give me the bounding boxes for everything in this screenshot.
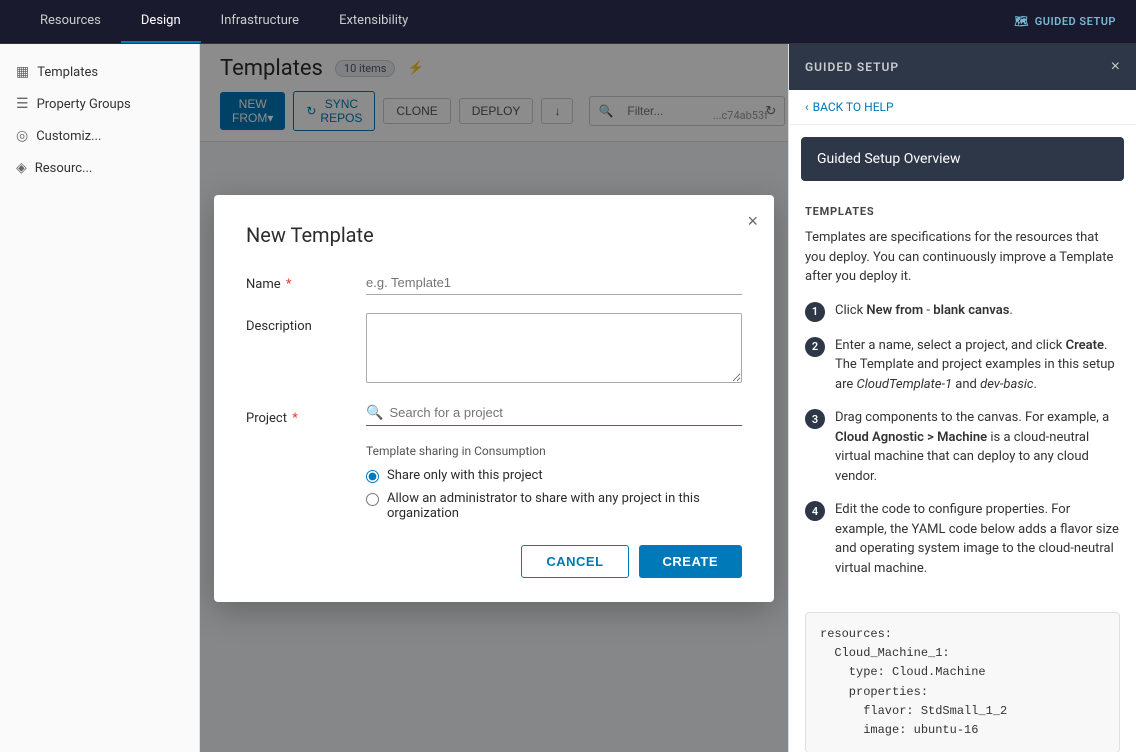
tab-extensibility[interactable]: Extensibility [319, 0, 428, 43]
cancel-button[interactable]: CANCEL [521, 545, 628, 578]
modal-close-button[interactable]: × [747, 211, 758, 232]
project-search-input[interactable] [389, 405, 742, 420]
tab-resources[interactable]: Resources [20, 0, 121, 43]
name-field [366, 271, 742, 295]
step-text-2: Enter a name, select a project, and clic… [835, 336, 1120, 395]
yaml-code-block: resources: Cloud_Machine_1: type: Cloud.… [805, 612, 1120, 752]
step-4: 4 Edit the code to configure properties.… [805, 500, 1120, 578]
sharing-radio-2[interactable] [366, 493, 379, 506]
templates-section-label: TEMPLATES [805, 205, 1120, 218]
sharing-radio-1[interactable] [366, 470, 379, 483]
tab-design[interactable]: Design [121, 0, 201, 43]
create-button[interactable]: CREATE [639, 545, 742, 578]
property-groups-icon: ☰ [16, 96, 29, 112]
description-label: Description [246, 313, 366, 334]
sharing-section: Template sharing in Consumption Share on… [366, 444, 742, 521]
step-number-1: 1 [805, 302, 825, 322]
step-3: 3 Drag components to the canvas. For exa… [805, 408, 1120, 486]
step-1: 1 Click New from - blank canvas. [805, 301, 1120, 322]
sidebar-item-customizations[interactable]: ◎ Customiz... [0, 120, 199, 152]
resources-icon: ◈ [16, 160, 27, 176]
templates-icon: ▦ [16, 64, 29, 80]
main-layout: ▦ Templates ☰ Property Groups ◎ Customiz… [0, 44, 1136, 752]
top-nav: Resources Design Infrastructure Extensib… [0, 0, 1136, 44]
step-number-4: 4 [805, 501, 825, 521]
sidebar-item-resources[interactable]: ◈ Resourc... [0, 152, 199, 184]
back-to-help-link[interactable]: ‹ BACK TO HELP [789, 90, 1136, 125]
map-icon: 🗺 [1014, 15, 1028, 28]
guided-panel-header: GUIDED SETUP × [789, 44, 1136, 90]
name-input[interactable] [366, 271, 742, 295]
guided-overview-box: Guided Setup Overview [801, 137, 1124, 181]
guided-panel: GUIDED SETUP × ‹ BACK TO HELP Guided Set… [788, 44, 1136, 752]
description-field-row: Description [246, 313, 742, 387]
project-required-star: * [289, 411, 298, 426]
modal-overlay: × New Template Name * Description [200, 44, 788, 752]
name-field-row: Name * [246, 271, 742, 295]
name-label: Name * [246, 271, 366, 292]
sidebar: ▦ Templates ☰ Property Groups ◎ Customiz… [0, 44, 200, 752]
project-label: Project * [246, 405, 366, 426]
guided-setup-toggle[interactable]: 🗺 GUIDED SETUP [1014, 15, 1116, 28]
step-number-3: 3 [805, 409, 825, 429]
step-text-4: Edit the code to configure properties. F… [835, 500, 1120, 578]
sharing-title: Template sharing in Consumption [366, 444, 742, 458]
sidebar-item-property-groups[interactable]: ☰ Property Groups [0, 88, 199, 120]
content-area: Templates 10 items ⚡ ...c74ab53f NEW FRO… [200, 44, 788, 752]
project-field: 🔍 [366, 405, 742, 426]
step-number-2: 2 [805, 337, 825, 357]
step-list: 1 Click New from - blank canvas. 2 Enter… [805, 301, 1120, 579]
modal-footer: CANCEL CREATE [246, 545, 742, 578]
project-search-wrapper: 🔍 [366, 405, 742, 426]
project-search-icon: 🔍 [366, 405, 383, 421]
chevron-left-icon: ‹ [805, 100, 809, 114]
sidebar-item-templates[interactable]: ▦ Templates [0, 56, 199, 88]
tab-infrastructure[interactable]: Infrastructure [201, 0, 319, 43]
step-text-3: Drag components to the canvas. For examp… [835, 408, 1120, 486]
templates-section: TEMPLATES Templates are specifications f… [789, 193, 1136, 604]
new-template-modal: × New Template Name * Description [214, 195, 774, 602]
project-field-row: Project * 🔍 [246, 405, 742, 426]
step-text-1: Click New from - blank canvas. [835, 301, 1013, 321]
sharing-option-2: Allow an administrator to share with any… [366, 491, 742, 521]
guided-panel-close-button[interactable]: × [1111, 58, 1120, 76]
name-required-star: * [283, 277, 292, 292]
customizations-icon: ◎ [16, 128, 28, 144]
templates-description: Templates are specifications for the res… [805, 228, 1120, 287]
modal-title: New Template [246, 223, 742, 247]
guided-panel-title: GUIDED SETUP [805, 60, 899, 74]
description-field [366, 313, 742, 387]
sharing-option-1: Share only with this project [366, 468, 742, 483]
nav-tabs: Resources Design Infrastructure Extensib… [20, 0, 1014, 43]
step-2: 2 Enter a name, select a project, and cl… [805, 336, 1120, 395]
description-textarea[interactable] [366, 313, 742, 383]
